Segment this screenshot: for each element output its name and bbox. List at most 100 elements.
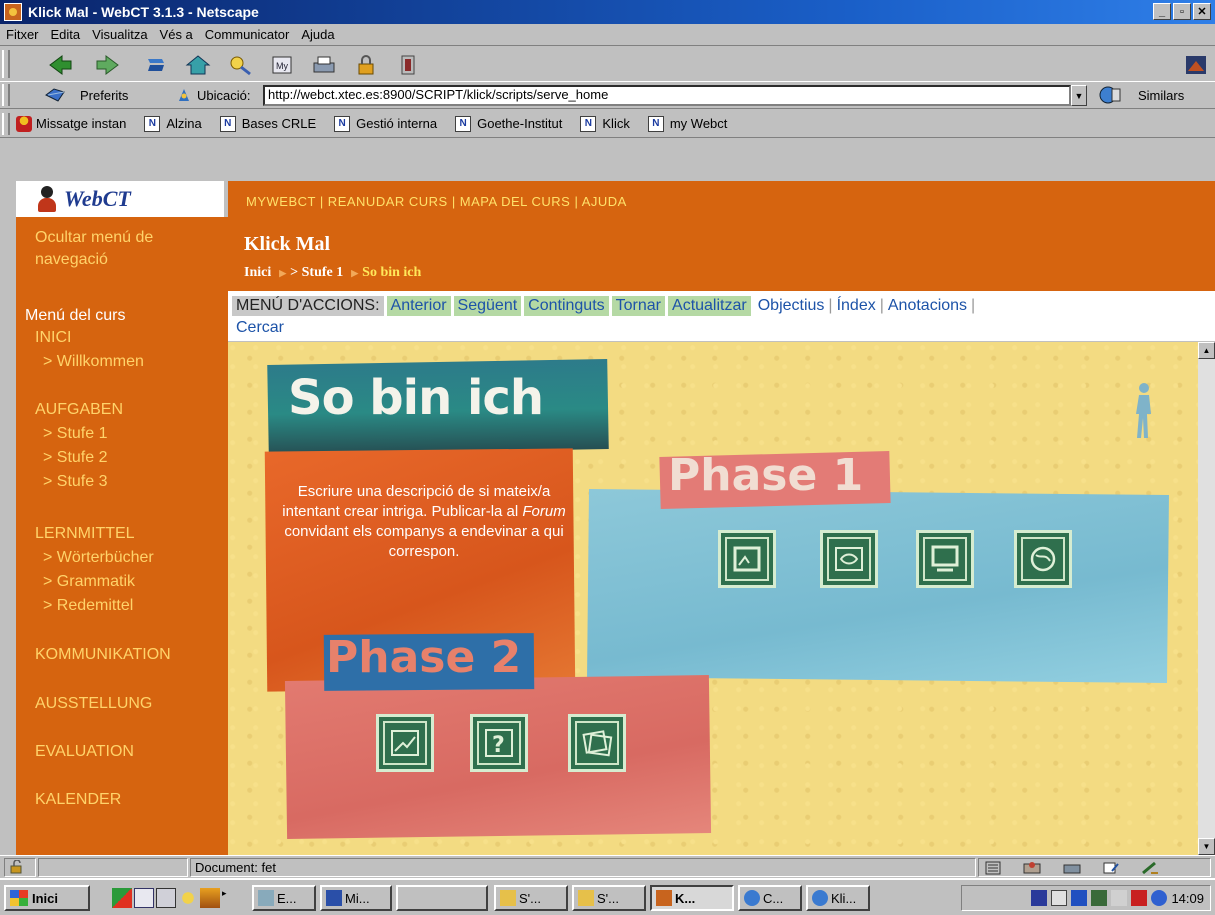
security-status[interactable] xyxy=(4,858,36,877)
my-netscape-button[interactable]: My xyxy=(264,51,300,79)
phase1-image-tile[interactable] xyxy=(718,530,776,588)
actualitzar-button[interactable]: Actualitzar xyxy=(668,296,751,316)
netscape-throbber[interactable] xyxy=(1178,51,1214,79)
home-button[interactable] xyxy=(180,51,216,79)
page-proxy-icon[interactable] xyxy=(176,87,192,103)
menu-edita[interactable]: Edita xyxy=(51,27,81,42)
nav-kalender[interactable]: KALENDER xyxy=(35,791,121,809)
quick-launch-edit-icon[interactable] xyxy=(134,888,154,908)
antivirus-icon[interactable] xyxy=(1031,890,1048,906)
quick-launch-more-icon[interactable]: ▸ xyxy=(222,888,234,908)
hide-navigation-link[interactable]: Ocultar menú de navegació xyxy=(35,227,215,271)
bookmarks-icon[interactable] xyxy=(44,86,68,104)
nav-stufe-3[interactable]: > Stufe 3 xyxy=(43,473,108,491)
pen-icon[interactable] xyxy=(1141,861,1159,875)
menu-ves-a[interactable]: Vés a xyxy=(160,27,193,42)
quick-launch-search-icon[interactable] xyxy=(178,888,198,908)
related-links-icon[interactable] xyxy=(1098,85,1122,105)
network-icon[interactable] xyxy=(1091,890,1108,906)
url-input[interactable]: http://webct.xtec.es:8900/SCRIPT/klick/s… xyxy=(263,85,1071,106)
forward-button[interactable] xyxy=(90,51,126,79)
phase1-globe-tile[interactable] xyxy=(1014,530,1072,588)
cercar-link[interactable]: Cercar xyxy=(232,319,288,337)
vertical-scrollbar[interactable]: ▲ ▼ xyxy=(1198,342,1215,855)
nav-worterbucher[interactable]: > Wörterbücher xyxy=(43,549,154,567)
back-button[interactable] xyxy=(42,51,78,79)
bookmark-bases-crle[interactable]: N Bases CRLE xyxy=(219,115,316,132)
webct-logo[interactable]: WebCT xyxy=(16,181,224,217)
stop-button[interactable] xyxy=(390,51,426,79)
search-button[interactable] xyxy=(222,51,258,79)
phase1-fish-tile[interactable] xyxy=(820,530,878,588)
scroll-up-button[interactable]: ▲ xyxy=(1198,342,1215,359)
phase2-drawing-tile[interactable] xyxy=(376,714,434,772)
quick-launch-bucket-icon[interactable] xyxy=(200,888,220,908)
anotacions-link[interactable]: Anotacions xyxy=(884,297,971,315)
window-title-bar[interactable]: Klick Mal - WebCT 3.1.3 - Netscape _ ▫ ✕ xyxy=(0,0,1215,24)
breadcrumb-stufe-1[interactable]: > Stufe 1 xyxy=(290,265,343,281)
maximize-button[interactable]: ▫ xyxy=(1173,3,1191,20)
index-link[interactable]: Índex xyxy=(833,297,880,315)
info-icon[interactable] xyxy=(1151,890,1168,906)
phase2-question-tile[interactable]: ? xyxy=(470,714,528,772)
nav-kommunikation[interactable]: KOMMUNIKATION xyxy=(35,646,171,664)
taskbar-task-word[interactable]: Mi... xyxy=(320,885,392,911)
anterior-button[interactable]: Anterior xyxy=(386,296,451,316)
bookmark-klick[interactable]: N Klick xyxy=(580,115,630,132)
nav-grammatik[interactable]: > Grammatik xyxy=(43,573,135,591)
ati-icon[interactable] xyxy=(1131,890,1148,906)
bookmark-goethe-institut[interactable]: N Goethe-Institut xyxy=(455,115,562,132)
menu-fitxer[interactable]: Fitxer xyxy=(6,27,39,42)
breadcrumb-home[interactable]: Inici xyxy=(244,265,271,281)
volume-icon[interactable] xyxy=(1111,890,1128,906)
scroll-down-button[interactable]: ▼ xyxy=(1198,838,1215,855)
print-button[interactable] xyxy=(306,51,342,79)
nav-redemittel[interactable]: > Redemittel xyxy=(43,597,133,615)
related-links-label[interactable]: Similars xyxy=(1138,88,1184,103)
nav-evaluation[interactable]: EVALUATION xyxy=(35,743,134,761)
minimize-button[interactable]: _ xyxy=(1153,3,1171,20)
phase1-screen-tile[interactable] xyxy=(916,530,974,588)
url-dropdown-button[interactable]: ▼ xyxy=(1071,85,1087,106)
taskbar-task-search-2[interactable]: S'... xyxy=(572,885,646,911)
composer-icon[interactable] xyxy=(1103,861,1119,875)
taskbar-task-c[interactable]: C... xyxy=(738,885,802,911)
seguent-button[interactable]: Següent xyxy=(453,296,522,316)
taskbar-task-kli[interactable]: Kli... xyxy=(806,885,870,911)
location-toolbar-grip[interactable] xyxy=(2,84,10,106)
nav-stufe-2[interactable]: > Stufe 2 xyxy=(43,449,108,467)
nav-inici[interactable]: INICI xyxy=(35,329,71,347)
clock[interactable]: 14:09 xyxy=(1171,891,1204,906)
bookmark-gestio-interna[interactable]: N Gestió interna xyxy=(334,115,437,132)
taskbar-task-blank[interactable] xyxy=(396,885,488,911)
menu-ajuda[interactable]: Ajuda xyxy=(301,27,334,42)
menu-visualitza[interactable]: Visualitza xyxy=(92,27,147,42)
nav-ausstellung[interactable]: AUSSTELLUNG xyxy=(35,695,152,713)
bookmarks-label[interactable]: Preferits xyxy=(80,88,128,103)
phase2-papers-tile[interactable] xyxy=(568,714,626,772)
bookmark-alzina[interactable]: N Alzina xyxy=(144,115,202,132)
keyboard-icon[interactable] xyxy=(1051,890,1068,906)
bookmark-instant-message[interactable]: Missatge instan xyxy=(16,115,126,132)
continguts-button[interactable]: Continguts xyxy=(524,296,609,316)
language-ca-icon[interactable] xyxy=(1071,890,1088,906)
reload-button[interactable] xyxy=(138,51,174,79)
nav-aufgaben[interactable]: AUFGABEN xyxy=(35,401,123,419)
discussion-icon[interactable] xyxy=(1063,861,1081,875)
top-links[interactable]: MYWEBCT | REANUDAR CURS | MAPA DEL CURS … xyxy=(246,194,627,209)
security-button[interactable] xyxy=(348,51,384,79)
nav-stufe-1[interactable]: > Stufe 1 xyxy=(43,425,108,443)
navigator-icon[interactable] xyxy=(985,861,1001,875)
quick-launch-icon[interactable] xyxy=(112,888,132,908)
nav-willkommen[interactable]: > Willkommen xyxy=(43,353,144,371)
taskbar-task-klick-netscape[interactable]: K... xyxy=(650,885,734,911)
bookmark-my-webct[interactable]: N my Webct xyxy=(647,115,727,132)
netscape-app-icon[interactable] xyxy=(4,3,22,21)
mail-icon[interactable] xyxy=(1023,861,1041,875)
taskbar-task-search-1[interactable]: S'... xyxy=(494,885,568,911)
quick-launch-desktop-icon[interactable] xyxy=(156,888,176,908)
menu-communicator[interactable]: Communicator xyxy=(205,27,290,42)
close-button[interactable]: ✕ xyxy=(1193,3,1211,20)
taskbar-task-e[interactable]: E... xyxy=(252,885,316,911)
personal-toolbar-grip[interactable] xyxy=(2,113,10,135)
